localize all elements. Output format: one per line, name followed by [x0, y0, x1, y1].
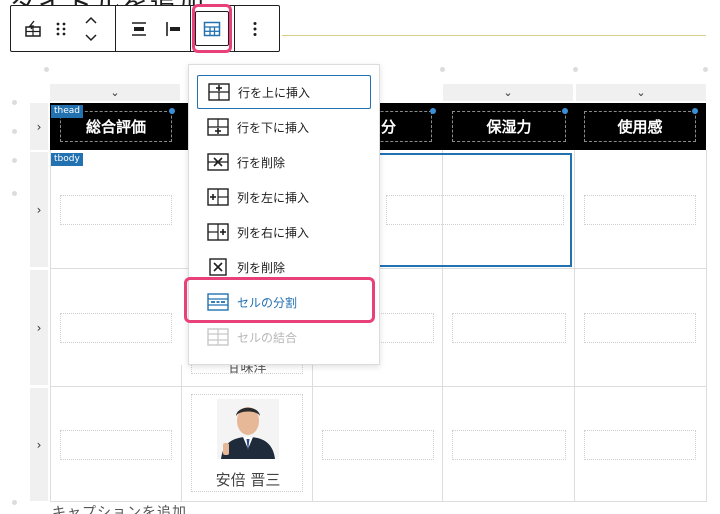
resize-dot — [12, 129, 17, 134]
portrait-caption: 安倍 晋三 — [215, 471, 281, 489]
cell-marker — [430, 108, 436, 114]
cell-input[interactable] — [60, 430, 172, 460]
resize-dot — [573, 67, 578, 72]
portrait-image — [217, 399, 279, 459]
grid-line — [574, 150, 575, 502]
image-cell[interactable]: 安倍 晋三 — [191, 394, 303, 492]
grid-line — [706, 150, 707, 502]
column-delete-icon — [209, 258, 227, 276]
title-underline — [282, 35, 706, 36]
menu-item-label: 行を削除 — [237, 155, 286, 170]
toolbar-separator — [115, 6, 116, 51]
more-options-button[interactable] — [239, 12, 271, 45]
cell-input[interactable] — [452, 313, 566, 343]
split-cell-highlight — [184, 277, 375, 323]
move-up-down-icon — [85, 16, 97, 41]
menu-item-insert-column-after[interactable]: 列を右に挿入 — [197, 215, 371, 249]
menu-item-insert-column-before[interactable]: 列を左に挿入 — [197, 180, 371, 214]
menu-item-merge-cells: セルの結合 — [197, 320, 371, 354]
header-cell[interactable]: 保湿力 — [452, 111, 566, 142]
column-insert-before-icon — [207, 188, 229, 206]
row-delete-icon — [207, 153, 229, 171]
more-options-icon — [253, 21, 257, 36]
cell-marker — [562, 108, 568, 114]
menu-item-label: セルの結合 — [237, 330, 298, 345]
align-center-button[interactable] — [123, 12, 155, 45]
resize-dot — [12, 100, 17, 105]
toolbar-separator — [234, 6, 235, 51]
block-toolbar — [10, 4, 280, 53]
menu-item-label: 列を左に挿入 — [237, 190, 310, 205]
chevron-right-icon: › — [36, 437, 42, 452]
cell-merge-icon — [207, 328, 229, 346]
chevron-down-icon: ⌄ — [503, 86, 513, 99]
cell-input[interactable] — [322, 430, 434, 460]
resize-dot — [12, 191, 17, 196]
drag-handle-icon — [56, 22, 66, 35]
chevron-right-icon: › — [36, 119, 42, 134]
align-center-icon — [132, 21, 146, 36]
cell-input[interactable] — [584, 313, 696, 343]
menu-item-insert-row-after[interactable]: 行を下に挿入 — [197, 110, 371, 144]
chevron-right-icon: › — [36, 202, 42, 217]
block-type-button[interactable] — [17, 12, 49, 45]
chevron-down-icon: ⌄ — [110, 86, 120, 99]
menu-item-delete-row[interactable]: 行を削除 — [197, 145, 371, 179]
chevron-right-icon: › — [36, 320, 42, 335]
resize-dot — [44, 67, 49, 72]
cell-input[interactable] — [584, 430, 696, 460]
cell-input[interactable] — [60, 195, 172, 225]
table-caption-placeholder[interactable]: キャプションを追加 — [52, 502, 187, 514]
table-edit-button[interactable] — [195, 11, 229, 46]
column-control[interactable]: ⌄ — [576, 84, 706, 101]
selected-cell[interactable] — [378, 153, 572, 267]
cell-marker — [692, 108, 698, 114]
tbody-tag: tbody — [51, 153, 83, 166]
menu-item-label: 列を右に挿入 — [237, 225, 310, 240]
thead-tag: thead — [51, 105, 83, 118]
menu-item-insert-row-before[interactable]: 行を上に挿入 — [197, 75, 371, 109]
menu-item-label: 列を削除 — [237, 260, 286, 275]
row-control[interactable]: › — [30, 103, 48, 150]
resize-dot — [12, 500, 17, 505]
chevron-down-icon: ⌄ — [636, 86, 646, 99]
column-control[interactable]: ⌄ — [443, 84, 573, 101]
drag-handle-button[interactable] — [49, 12, 73, 45]
row-control[interactable]: › — [30, 270, 48, 385]
column-control[interactable]: ⌄ — [50, 84, 180, 101]
header-cell[interactable]: 使用感 — [584, 111, 696, 142]
block-type-icon — [25, 20, 41, 37]
cell-input[interactable] — [452, 430, 566, 460]
column-insert-after-icon — [207, 223, 229, 241]
resize-dot — [12, 158, 17, 163]
row-control[interactable]: › — [30, 388, 48, 501]
row-control[interactable]: › — [30, 152, 48, 267]
move-up-down-button[interactable] — [77, 12, 105, 45]
align-left-button[interactable] — [157, 12, 189, 45]
cell-marker — [169, 108, 175, 114]
menu-item-label: 行を上に挿入 — [238, 85, 311, 100]
grid-line — [50, 386, 706, 387]
menu-item-label: 行を下に挿入 — [237, 120, 310, 135]
row-insert-after-icon — [207, 118, 229, 136]
resize-dot — [703, 67, 708, 72]
grid-line — [50, 150, 51, 502]
cell-input[interactable] — [584, 195, 696, 225]
table-edit-icon — [203, 21, 221, 36]
cell-input[interactable] — [60, 313, 172, 343]
resize-dot — [440, 67, 445, 72]
align-left-icon — [166, 21, 180, 36]
toolbar-separator — [190, 6, 191, 51]
row-insert-before-icon — [208, 83, 230, 101]
